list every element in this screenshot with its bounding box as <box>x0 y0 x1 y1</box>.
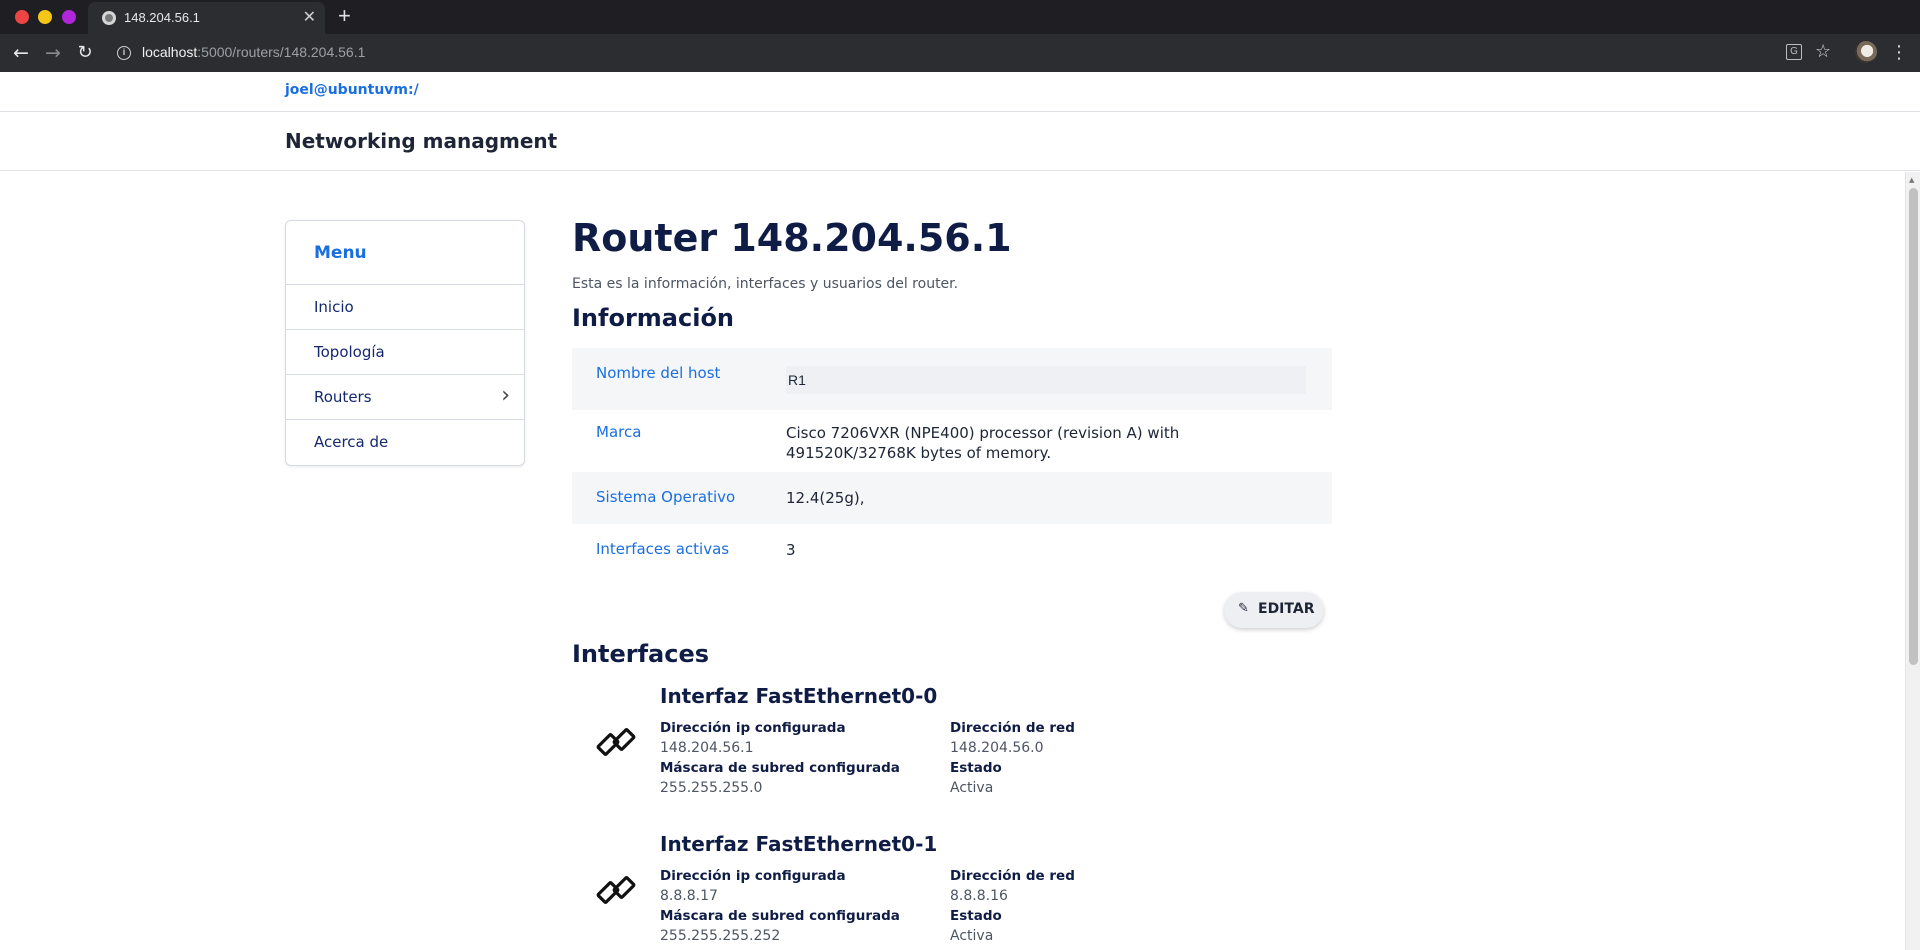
tab-title: 148.204.56.1 <box>124 10 200 25</box>
mask-value: 255.255.255.252 <box>660 928 781 944</box>
sidebar-item-acerca-de[interactable]: Acerca de <box>286 420 524 465</box>
mask-label: Máscara de subred configurada <box>660 908 900 924</box>
app-header: Networking managment <box>0 112 1920 171</box>
globe-icon <box>102 11 116 25</box>
info-row-active-interfaces: Interfaces activas 3 <box>572 524 1332 576</box>
ip-value: 8.8.8.17 <box>660 888 718 904</box>
info-row-os: Sistema Operativo 12.4(25g), <box>572 472 1332 524</box>
hostname-input[interactable] <box>786 366 1306 394</box>
reload-icon[interactable]: ↻ <box>73 41 97 65</box>
network-label: Dirección de red <box>950 720 1075 736</box>
page-subtitle: Esta es la información, interfaces y usu… <box>572 276 959 292</box>
state-value: Activa <box>950 780 994 796</box>
edit-button[interactable]: ✎ EDITAR <box>1224 592 1324 628</box>
state-value: Activa <box>950 928 994 944</box>
ip-value: 148.204.56.1 <box>660 740 754 756</box>
main-content: Router 148.204.56.1 Esta es la informaci… <box>572 216 1332 950</box>
menu-title: Menu <box>286 221 524 285</box>
state-label: Estado <box>950 908 1002 924</box>
sidebar-item-inicio[interactable]: Inicio <box>286 285 524 330</box>
url-path: :5000/routers/148.204.56.1 <box>197 44 366 60</box>
new-tab-button[interactable]: + <box>338 3 351 29</box>
os-value: 12.4(25g), <box>786 489 865 507</box>
interface-title: Interfaz FastEthernet0-0 <box>660 684 938 708</box>
link-icon <box>596 728 636 756</box>
info-row-hostname: Nombre del host <box>572 348 1332 410</box>
browser-toolbar: ← → ↻ i localhost:5000/routers/148.204.5… <box>0 34 1920 72</box>
sidebar-item-topologia[interactable]: Topología <box>286 330 524 375</box>
page-content: joel@ubuntuvm:/ Networking managment ▲ M… <box>0 72 1920 950</box>
translate-icon[interactable]: G <box>1786 44 1802 60</box>
brand-label: Marca <box>596 423 642 441</box>
ip-label: Dirección ip configurada <box>660 720 846 736</box>
info-heading: Información <box>572 304 735 332</box>
active-interfaces-label: Interfaces activas <box>596 540 730 558</box>
edit-button-label: EDITAR <box>1258 601 1315 617</box>
brand-value: Cisco 7206VXR (NPE400) processor (revisi… <box>786 424 1180 462</box>
router-info-table: Nombre del host Marca Cisco 7206VXR (NPE… <box>572 348 1332 576</box>
mask-label: Máscara de subred configurada <box>660 760 900 776</box>
user-link[interactable]: joel@ubuntuvm:/ <box>285 82 419 98</box>
scroll-up-icon[interactable]: ▲ <box>1909 176 1914 184</box>
sidebar-item-label: Topología <box>314 343 385 361</box>
scroll-thumb[interactable] <box>1909 188 1918 665</box>
network-label: Dirección de red <box>950 868 1075 884</box>
ip-label: Dirección ip configurada <box>660 868 846 884</box>
site-info-icon[interactable]: i <box>117 46 131 60</box>
mask-value: 255.255.255.0 <box>660 780 763 796</box>
top-bar: joel@ubuntuvm:/ <box>0 72 1920 112</box>
active-interfaces-value: 3 <box>786 541 796 559</box>
hostname-label: Nombre del host <box>596 364 721 382</box>
browser-tab[interactable]: 148.204.56.1 ✕ <box>88 2 325 34</box>
minimize-window-button[interactable] <box>38 10 52 24</box>
network-value: 8.8.8.16 <box>950 888 1008 904</box>
tab-close-icon[interactable]: ✕ <box>303 7 316 27</box>
browser-tabbar: 148.204.56.1 ✕ + <box>0 0 1920 34</box>
sidebar-menu: Menu Inicio Topología Routers › Acerca d… <box>285 220 525 466</box>
os-label: Sistema Operativo <box>596 488 736 506</box>
network-value: 148.204.56.0 <box>950 740 1044 756</box>
state-label: Estado <box>950 760 1002 776</box>
maximize-window-button[interactable] <box>62 10 76 24</box>
info-row-brand: Marca Cisco 7206VXR (NPE400) processor (… <box>572 410 1332 472</box>
url-host: localhost <box>142 44 198 60</box>
forward-arrow-icon[interactable]: → <box>41 41 65 65</box>
interface-title: Interfaz FastEthernet0-1 <box>660 832 938 856</box>
browser-menu-icon[interactable]: ⋮ <box>1890 41 1908 65</box>
profile-avatar[interactable] <box>1855 41 1877 63</box>
link-icon <box>596 876 636 904</box>
page-scrollbar[interactable]: ▲ <box>1905 172 1920 950</box>
sidebar-item-label: Acerca de <box>314 433 389 451</box>
address-bar[interactable]: localhost:5000/routers/148.204.56.1 <box>142 44 365 60</box>
page-title: Router 148.204.56.1 <box>572 216 1012 260</box>
pencil-icon: ✎ <box>1238 601 1249 616</box>
app-title: Networking managment <box>285 129 558 153</box>
interfaces-heading: Interfaces <box>572 640 710 668</box>
back-arrow-icon[interactable]: ← <box>9 41 33 65</box>
sidebar-item-routers[interactable]: Routers › <box>286 375 524 420</box>
close-window-button[interactable] <box>15 10 29 24</box>
chevron-right-icon: › <box>501 383 510 408</box>
sidebar-item-label: Routers <box>314 388 372 406</box>
sidebar-item-label: Inicio <box>314 298 354 316</box>
bookmark-star-icon[interactable]: ☆ <box>1815 40 1831 64</box>
